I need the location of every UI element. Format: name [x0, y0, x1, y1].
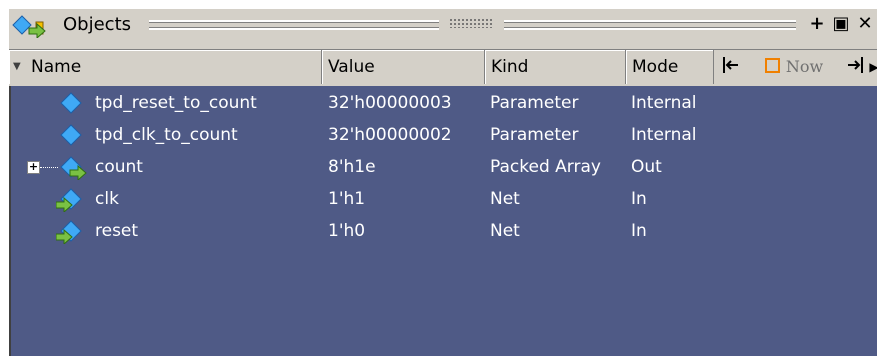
column-header-value[interactable]: Value [322, 50, 485, 84]
expand-toggle-icon[interactable]: + [27, 161, 40, 174]
table-row[interactable]: reset 1'h0 Net In [11, 216, 877, 247]
jump-prev-icon[interactable] [719, 54, 743, 80]
object-value: 32'h00000003 [328, 93, 452, 113]
now-marker-icon [764, 58, 780, 73]
objects-list[interactable]: tpd_reset_to_count 32'h00000003 Parameter I… [9, 86, 877, 356]
column-header-mode-label: Mode [632, 57, 679, 77]
close-button[interactable]: ✕ [855, 14, 875, 34]
time-nav-toolbar: Now ▶ [716, 54, 877, 82]
table-row[interactable]: tpd_clk_to_count 32'h00000002 Parameter Int… [11, 120, 877, 151]
parameter-icon [60, 92, 82, 114]
column-header-kind-label: Kind [491, 57, 529, 77]
object-value: 1'h1 [328, 189, 366, 209]
object-mode: In [631, 221, 647, 241]
object-mode: In [631, 189, 647, 209]
parameter-icon [60, 124, 82, 146]
object-value: 1'h0 [328, 221, 366, 241]
drag-handle[interactable] [449, 18, 493, 28]
output-port-icon [60, 156, 87, 180]
objects-icon [12, 15, 46, 38]
object-name: count [95, 157, 143, 177]
title-grip-left[interactable] [149, 20, 439, 30]
object-mode: Internal [631, 125, 697, 145]
object-name: tpd_reset_to_count [95, 93, 257, 113]
input-port-icon [56, 220, 82, 244]
column-header-mode[interactable]: Mode [626, 50, 714, 84]
column-header-name[interactable]: ▼ Name [9, 50, 322, 84]
object-mode: Internal [631, 93, 697, 113]
add-button[interactable]: + [807, 14, 827, 34]
sort-arrow-icon: ▼ [13, 61, 21, 72]
now-label: Now [785, 57, 824, 76]
table-row[interactable]: + count 8'h1e Packed Array Out [11, 152, 877, 183]
object-mode: Out [631, 157, 662, 177]
object-kind: Parameter [490, 125, 579, 145]
column-header-value-label: Value [328, 57, 375, 77]
input-port-icon [56, 188, 82, 212]
now-button[interactable]: Now [749, 54, 839, 80]
objects-panel: Objects + ▣ ✕ ▼ Name Value Kind Mode Now [8, 8, 877, 356]
column-header-kind[interactable]: Kind [485, 50, 626, 84]
table-row[interactable]: tpd_reset_to_count 32'h00000003 Parameter I… [11, 88, 877, 119]
column-header-name-label: Name [31, 57, 82, 77]
jump-next-icon[interactable] [843, 54, 867, 80]
table-row[interactable]: clk 1'h1 Net In [11, 184, 877, 215]
object-kind: Net [490, 221, 520, 241]
undock-button[interactable]: ▣ [831, 14, 851, 34]
object-kind: Parameter [490, 93, 579, 113]
object-value: 32'h00000002 [328, 125, 452, 145]
object-name: tpd_clk_to_count [95, 125, 238, 145]
object-value: 8'h1e [328, 157, 376, 177]
column-header: ▼ Name Value Kind Mode Now ▶ [9, 49, 877, 86]
more-arrow-icon[interactable]: ▶ [869, 54, 877, 80]
object-kind: Packed Array [490, 157, 601, 177]
object-name: clk [95, 189, 119, 209]
title-bar[interactable]: Objects + ▣ ✕ [9, 9, 877, 41]
title-grip-right[interactable] [504, 20, 796, 30]
panel-title: Objects [63, 14, 132, 35]
object-kind: Net [490, 189, 520, 209]
object-name: reset [95, 221, 139, 241]
